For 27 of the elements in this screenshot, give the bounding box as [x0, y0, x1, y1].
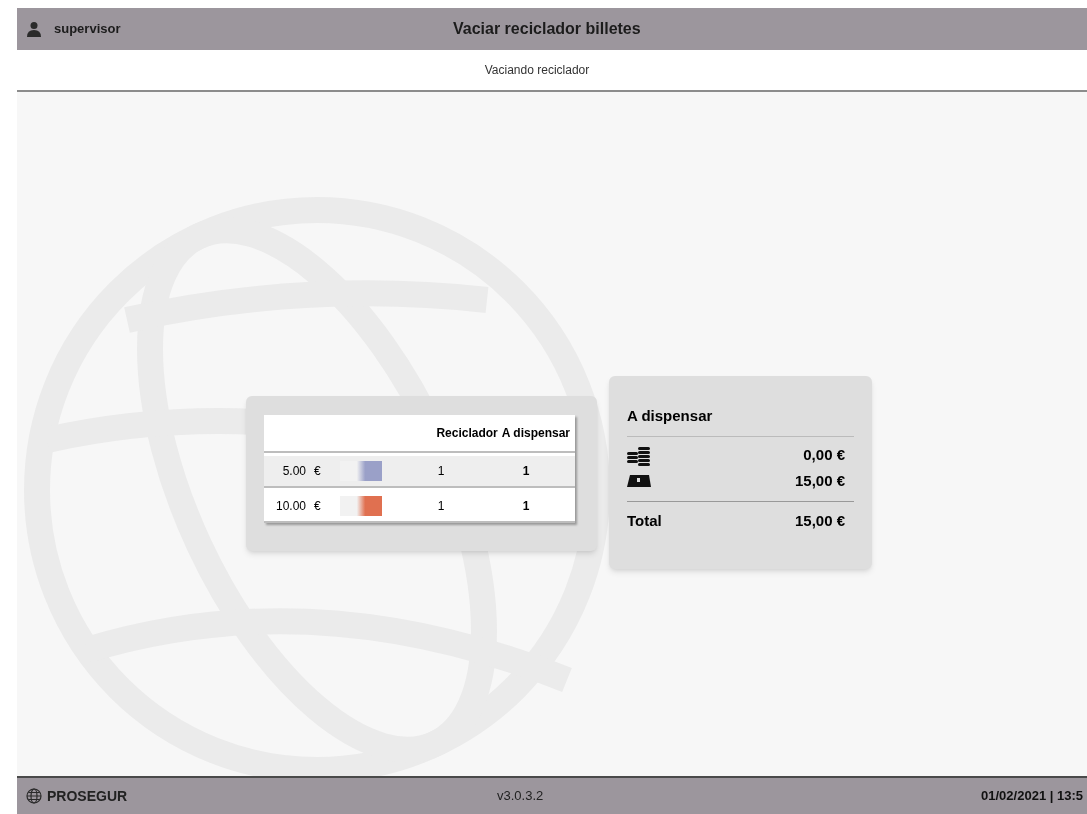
denomination: 5.00 — [281, 463, 306, 480]
dispense-count: 1 — [521, 498, 531, 515]
screen-title: Vaciar reciclador billetes — [453, 19, 641, 39]
banknote-image — [340, 461, 382, 481]
currency: € — [314, 498, 322, 515]
amount: 15,00 € — [794, 471, 845, 492]
date-time: 01/02/2021 | 13:5 — [981, 787, 1083, 806]
user-icon — [26, 21, 42, 37]
column-header: Reciclador — [436, 425, 498, 442]
recycler-count: 1 — [436, 463, 446, 480]
summary-title: A dispensar — [627, 405, 854, 437]
currency: € — [314, 463, 322, 480]
column-header: A dispensar — [501, 425, 570, 442]
brand-name: PROSEGUR — [47, 786, 128, 806]
amount: 0,00 € — [803, 445, 845, 466]
banknotes-icon — [627, 474, 651, 489]
dispense-count: 1 — [521, 463, 531, 480]
globe-icon — [26, 788, 42, 804]
total-amount: 15,00 € — [794, 510, 845, 531]
coins-icon — [627, 445, 651, 466]
denomination: 10.00 — [274, 498, 306, 515]
total-label: Total — [627, 510, 662, 531]
recycler-count: 1 — [436, 498, 446, 515]
banknote-image — [340, 496, 382, 516]
status-text: Vaciando reciclador — [484, 62, 590, 79]
version-text: v3.0.3.2 — [497, 787, 544, 806]
user-name: supervisor — [54, 20, 121, 39]
